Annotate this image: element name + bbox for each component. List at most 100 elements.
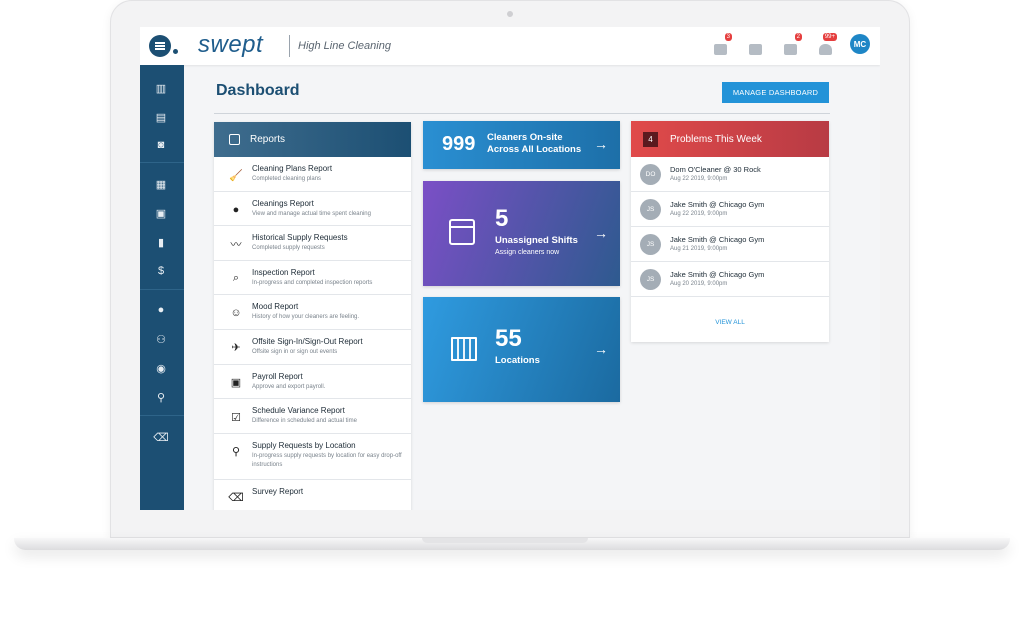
avatar: JS (640, 234, 661, 255)
menu-icon[interactable] (149, 35, 171, 57)
arrow-right-icon[interactable]: → (594, 225, 608, 241)
report-subtitle: Completed supply requests (252, 245, 325, 252)
top-icons: 3 2 99+ MC (710, 33, 870, 55)
report-item[interactable]: ✈ Offsite Sign-In/Sign-Out Report Offsite … (214, 330, 411, 365)
problems-list: DO Dom O'Cleaner @ 30 Rock Aug 22 2019, 9:… (631, 157, 829, 297)
eraser-icon[interactable]: ⌫ (153, 430, 169, 444)
problem-item[interactable]: JS Jake Smith @ Chicago Gym Aug 20 2019, 9… (631, 262, 829, 297)
camera-dot (507, 11, 513, 17)
problem-item[interactable]: DO Dom O'Cleaner @ 30 Rock Aug 22 2019, 9:… (631, 157, 829, 192)
unassigned-shifts-card[interactable]: 5 Unassigned Shifts Assign cleaners now … (423, 181, 620, 286)
problem-date: Aug 20 2019, 9:00pm (670, 281, 728, 287)
sidebar-divider (140, 289, 184, 290)
locations-label: Locations (495, 355, 540, 366)
shifts-label: Unassigned Shifts (495, 235, 578, 246)
reports-list: 🧹 Cleaning Plans Report Completed cleaning… (214, 157, 411, 510)
reports-card: Reports 🧹 Cleaning Plans Report Completed … (214, 122, 411, 510)
page-title: Dashboard (216, 82, 300, 99)
avatar: JS (640, 199, 661, 220)
menu-dot (173, 49, 178, 54)
location-off-icon: ✈ (231, 342, 241, 355)
report-item[interactable]: 🧹 Cleaning Plans Report Completed cleaning… (214, 157, 411, 192)
locations-card[interactable]: 55 Locations → (423, 297, 620, 402)
reports-header: Reports (214, 122, 411, 157)
report-title: Cleanings Report (252, 198, 314, 208)
problems-title: Problems This Week (670, 133, 762, 145)
cleaners-label-line1: Cleaners On-site (487, 132, 563, 143)
problem-name: Jake Smith @ Chicago Gym (670, 200, 765, 209)
report-title: Offsite Sign-In/Sign-Out Report (252, 336, 363, 346)
problem-date: Aug 22 2019, 9:00pm (670, 211, 728, 217)
report-item[interactable]: ☑ Schedule Variance Report Difference in s… (214, 399, 411, 434)
top-bar: swept High Line Cleaning 3 2 99+ MC (140, 27, 880, 65)
view-all-link[interactable]: VIEW ALL (631, 319, 829, 326)
calendar-icon[interactable]: ▣ (154, 206, 168, 220)
report-item[interactable]: ⌫ Survey Report (214, 480, 411, 510)
person-badge-icon[interactable]: ◉ (154, 361, 168, 375)
broom-icon: 🧹 (229, 169, 243, 182)
manage-dashboard-button[interactable]: MANAGE DASHBOARD (722, 82, 829, 103)
report-title: Inspection Report (252, 267, 315, 277)
location-pin-icon[interactable]: ⚲ (154, 390, 168, 404)
problem-item[interactable]: JS Jake Smith @ Chicago Gym Aug 22 2019, 9… (631, 192, 829, 227)
shifts-count: 5 (495, 205, 509, 232)
report-title: Payroll Report (252, 371, 303, 381)
problems-count: 4 (643, 131, 658, 147)
calendar-check-icon: ☑ (231, 411, 241, 424)
bubbles-icon: ● (232, 203, 240, 216)
report-item[interactable]: 〰 Historical Supply Requests Completed sup… (214, 226, 411, 261)
bell-icon[interactable]: 99+ (815, 33, 837, 55)
cleaners-label-line2: Across All Locations (487, 144, 582, 155)
report-title: Mood Report (252, 302, 299, 312)
app-logo[interactable]: swept (198, 31, 263, 59)
magnifier-icon: ⌕ (232, 272, 240, 285)
sidebar-divider (140, 162, 184, 163)
avatar: JS (640, 269, 661, 290)
chat-icon[interactable] (745, 33, 765, 55)
cart-badge: 3 (724, 33, 732, 41)
report-item[interactable]: ⌕ Inspection Report In-progress and comple… (214, 261, 411, 296)
title-divider (214, 113, 830, 114)
report-subtitle: In-progress and completed inspection rep… (252, 279, 373, 286)
building-icon[interactable]: ▥ (154, 81, 168, 95)
user-avatar[interactable]: MC (850, 34, 870, 54)
message-badge: 2 (794, 33, 802, 41)
reports-title: Reports (250, 134, 286, 145)
bell-badge: 99+ (822, 33, 837, 41)
report-subtitle: History of how your cleaners are feeling… (252, 314, 360, 321)
problem-date: Aug 22 2019, 9:00pm (670, 176, 728, 182)
bar-chart-icon[interactable]: ▦ (154, 177, 168, 191)
logo-divider (289, 35, 290, 57)
spray-bottle-icon[interactable]: ▮ (154, 235, 168, 249)
laptop-notch (422, 538, 588, 543)
smiley-icon: ☺ (230, 307, 242, 320)
people-icon[interactable]: ⚇ (154, 332, 168, 346)
message-icon[interactable]: 2 (780, 33, 802, 55)
calendar-icon (449, 219, 475, 245)
cleaners-onsite-card[interactable]: 999 Cleaners On-site Across All Location… (423, 121, 620, 169)
arrow-right-icon[interactable]: → (594, 136, 608, 152)
dollar-icon[interactable]: $ (154, 264, 168, 278)
person-icon[interactable]: ● (154, 303, 168, 317)
location-pin-icon: ⚲ (231, 446, 241, 459)
problems-header: 4 Problems This Week (631, 121, 829, 157)
calendar-icon (229, 134, 240, 145)
arrow-right-icon[interactable]: → (594, 341, 608, 357)
problem-name: Dom O'Cleaner @ 30 Rock (670, 165, 761, 174)
report-item[interactable]: ▣ Payroll Report Approve and export payrol… (214, 365, 411, 400)
org-name: High Line Cleaning (298, 40, 391, 52)
problems-card: 4 Problems This Week DO Dom O'Cleaner @ 3… (631, 121, 829, 342)
report-item[interactable]: ⚲ Supply Requests by Location In-progress … (214, 434, 411, 480)
report-item[interactable]: ☺ Mood Report History of how your cleaners… (214, 295, 411, 330)
cart-icon[interactable]: 3 (710, 33, 732, 55)
problem-item[interactable]: JS Jake Smith @ Chicago Gym Aug 21 2019, 9… (631, 227, 829, 262)
sidebar-divider (140, 415, 184, 416)
search-doc-icon[interactable]: ◙ (154, 138, 168, 152)
report-subtitle: Difference in scheduled and actual time (252, 418, 357, 425)
problem-date: Aug 21 2019, 9:00pm (670, 246, 728, 252)
clipboard-icon[interactable]: ▤ (154, 110, 168, 124)
shifts-sub: Assign cleaners now (495, 249, 560, 256)
report-title: Historical Supply Requests (252, 233, 348, 243)
report-item[interactable]: ● Cleanings Report View and manage actual … (214, 192, 411, 227)
report-title: Schedule Variance Report (252, 406, 345, 416)
